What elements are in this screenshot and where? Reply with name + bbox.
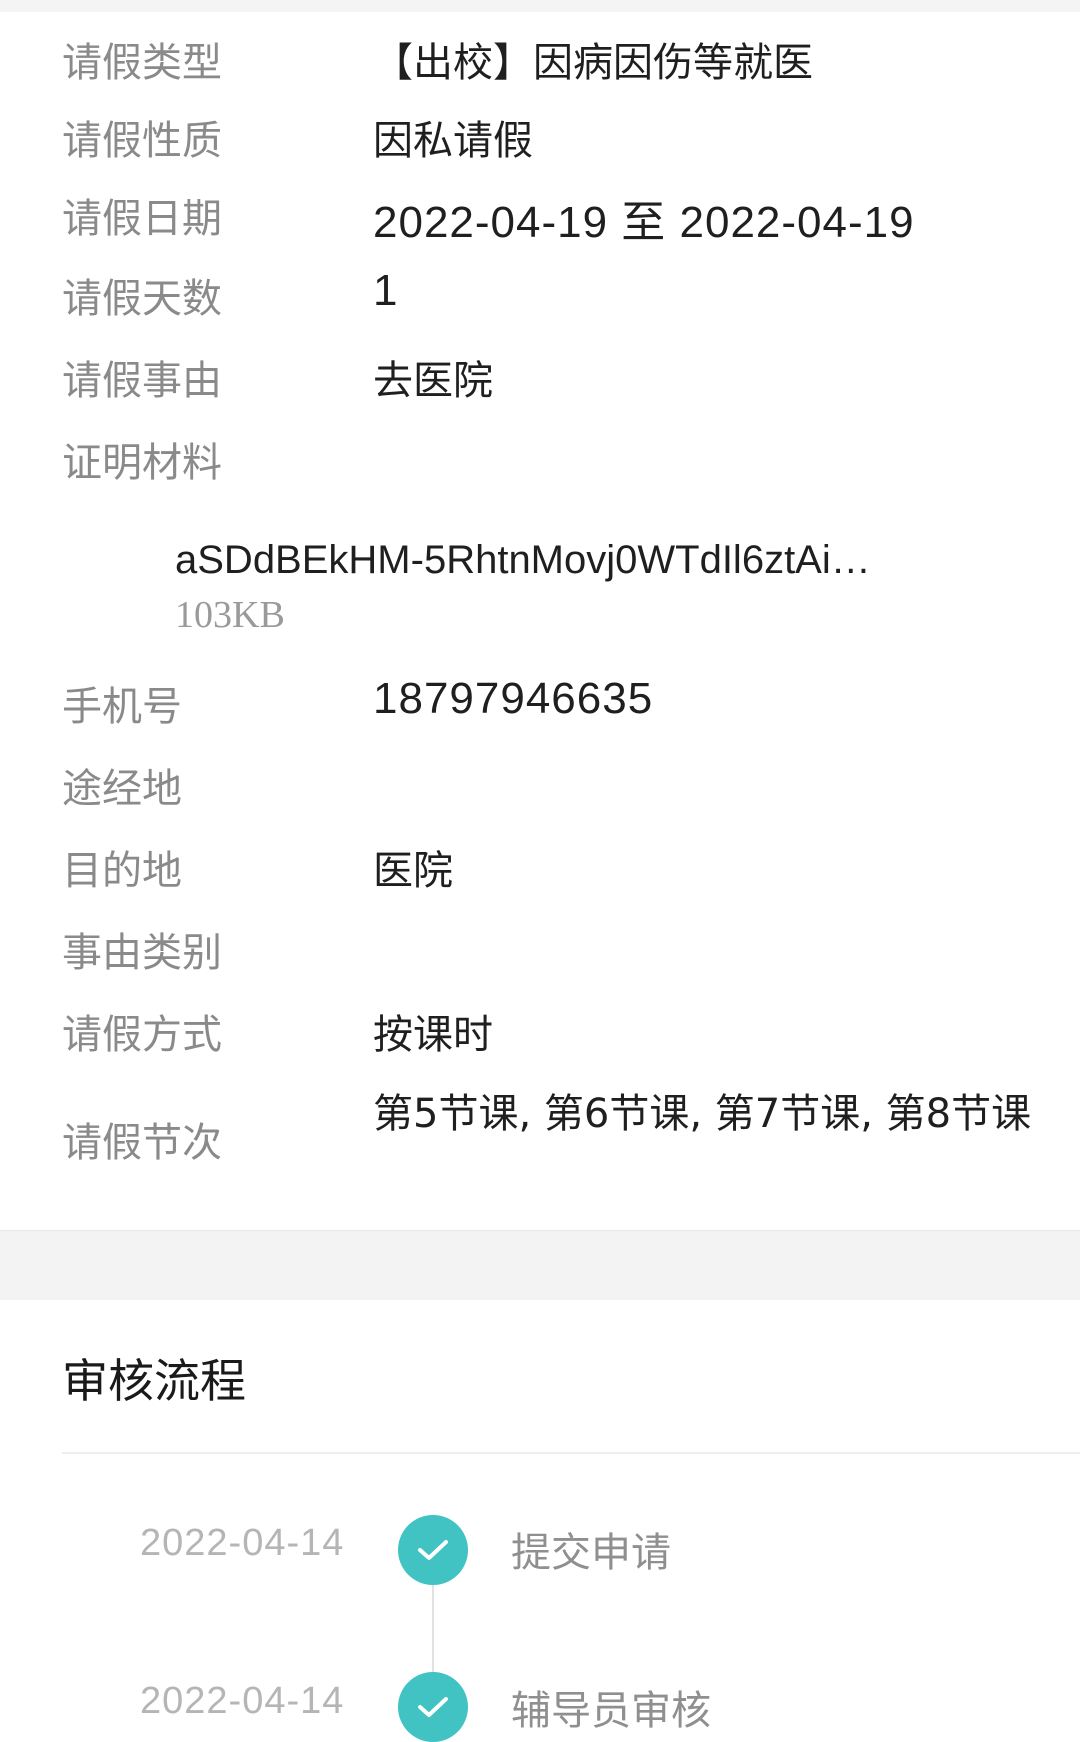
label: 请假性质	[62, 118, 222, 164]
section-gap	[0, 1230, 1080, 1301]
value: 1	[373, 266, 399, 315]
label: 目的地	[62, 848, 182, 894]
label: 请假节次	[62, 1120, 222, 1166]
step-date: 2022-04-14	[140, 1522, 345, 1564]
approval-flow-section: 审核流程	[0, 1300, 1080, 1724]
label: 请假天数	[62, 276, 222, 322]
divider	[62, 1452, 1080, 1454]
label: 途经地	[62, 766, 182, 812]
value: 去医院	[373, 358, 493, 404]
attachment-file-name[interactable]: aSDdBEkHM-5RhtnMovj0WTdIl6ztAi…	[175, 538, 871, 583]
label: 证明材料	[62, 440, 222, 486]
label: 请假日期	[62, 196, 222, 242]
timeline-connector	[432, 1585, 434, 1680]
value: 因私请假	[373, 118, 533, 164]
value: 按课时	[373, 1012, 493, 1058]
label: 请假方式	[62, 1012, 222, 1058]
value: 【出校】因病因伤等就医	[373, 40, 813, 86]
step-date: 2022-04-14	[140, 1680, 345, 1722]
step-name: 提交申请	[511, 1530, 671, 1576]
leave-periods-value: 第5节课, 第6节课, 第7节课, 第8节课	[373, 1091, 1032, 1137]
check-icon	[398, 1515, 468, 1585]
value: 2022-04-19 至 2022-04-19	[373, 198, 915, 247]
value: 医院	[373, 848, 453, 894]
check-icon	[398, 1672, 468, 1742]
approval-flow-title: 审核流程	[62, 1354, 246, 1408]
label: 请假类型	[62, 40, 222, 86]
step-name: 辅导员审核	[511, 1688, 711, 1734]
attachment-file-size: 103KB	[175, 594, 285, 636]
value: 18797946635	[373, 674, 654, 723]
label: 请假事由	[62, 358, 222, 404]
label: 手机号	[62, 684, 182, 730]
label: 事由类别	[62, 930, 222, 976]
